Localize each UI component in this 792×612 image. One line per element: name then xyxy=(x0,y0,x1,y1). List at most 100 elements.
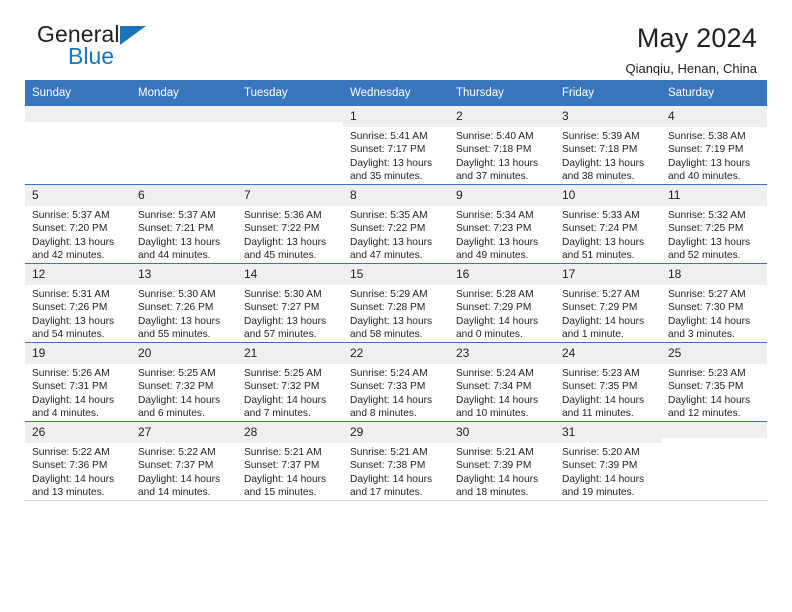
day-details: Sunrise: 5:23 AM Sunset: 7:35 PM Dayligh… xyxy=(555,364,661,421)
sunset-text: Sunset: 7:23 PM xyxy=(456,223,532,235)
day-cell[interactable]: 2 Sunrise: 5:40 AM Sunset: 7:18 PM Dayli… xyxy=(449,106,555,185)
sunset-text: Sunset: 7:22 PM xyxy=(244,223,320,235)
daylight-text-line1: Daylight: 13 hours xyxy=(244,236,327,248)
day-details: Sunrise: 5:29 AM Sunset: 7:28 PM Dayligh… xyxy=(343,285,449,342)
day-cell[interactable]: 24 Sunrise: 5:23 AM Sunset: 7:35 PM Dayl… xyxy=(555,342,661,422)
day-cell[interactable]: 31 Sunrise: 5:20 AM Sunset: 7:39 PM Dayl… xyxy=(555,421,661,500)
day-cell[interactable]: 17 Sunrise: 5:27 AM Sunset: 7:29 PM Dayl… xyxy=(555,263,661,343)
day-cell[interactable]: 26 Sunrise: 5:22 AM Sunset: 7:36 PM Dayl… xyxy=(25,421,131,500)
day-cell[interactable]: 8 Sunrise: 5:35 AM Sunset: 7:22 PM Dayli… xyxy=(343,184,449,264)
day-cell[interactable] xyxy=(661,421,767,500)
sunrise-text: Sunrise: 5:22 AM xyxy=(138,447,216,458)
day-details: Sunrise: 5:39 AM Sunset: 7:18 PM Dayligh… xyxy=(555,127,661,184)
general-blue-logo[interactable]: General Blue xyxy=(25,22,225,74)
day-cell[interactable]: 16 Sunrise: 5:28 AM Sunset: 7:29 PM Dayl… xyxy=(449,263,555,343)
daylight-text-line2: and 10 minutes. xyxy=(456,408,529,420)
day-cell[interactable]: 22 Sunrise: 5:24 AM Sunset: 7:33 PM Dayl… xyxy=(343,342,449,422)
day-cell[interactable]: 21 Sunrise: 5:25 AM Sunset: 7:32 PM Dayl… xyxy=(237,342,343,422)
day-details: Sunrise: 5:23 AM Sunset: 7:35 PM Dayligh… xyxy=(661,364,767,421)
logo-word-blue: Blue xyxy=(68,43,115,69)
daylight-text-line2: and 44 minutes. xyxy=(138,250,211,262)
day-cell[interactable]: 6 Sunrise: 5:37 AM Sunset: 7:21 PM Dayli… xyxy=(131,184,237,264)
daylight-text-line2: and 13 minutes. xyxy=(32,487,105,499)
day-number: 12 xyxy=(25,264,131,285)
sunset-text: Sunset: 7:26 PM xyxy=(32,302,108,314)
daylight-text-line1: Daylight: 14 hours xyxy=(138,394,221,406)
day-details: Sunrise: 5:37 AM Sunset: 7:21 PM Dayligh… xyxy=(131,206,237,263)
sunset-text: Sunset: 7:21 PM xyxy=(138,223,214,235)
sunset-text: Sunset: 7:29 PM xyxy=(456,302,532,314)
sunset-text: Sunset: 7:37 PM xyxy=(244,460,320,472)
weekday-header-monday: Monday xyxy=(131,80,237,106)
day-number: 27 xyxy=(131,422,237,443)
day-number: 15 xyxy=(343,264,449,285)
daylight-text-line1: Daylight: 13 hours xyxy=(668,236,751,248)
daylight-text-line1: Daylight: 13 hours xyxy=(668,157,751,169)
day-cell[interactable]: 15 Sunrise: 5:29 AM Sunset: 7:28 PM Dayl… xyxy=(343,263,449,343)
daylight-text-line2: and 8 minutes. xyxy=(350,408,417,420)
day-cell[interactable] xyxy=(237,106,343,185)
day-cell[interactable]: 7 Sunrise: 5:36 AM Sunset: 7:22 PM Dayli… xyxy=(237,184,343,264)
sunset-text: Sunset: 7:37 PM xyxy=(138,460,214,472)
daylight-text-line1: Daylight: 13 hours xyxy=(562,157,645,169)
day-cell[interactable] xyxy=(131,106,237,185)
day-cell[interactable]: 23 Sunrise: 5:24 AM Sunset: 7:34 PM Dayl… xyxy=(449,342,555,422)
day-cell[interactable]: 29 Sunrise: 5:21 AM Sunset: 7:38 PM Dayl… xyxy=(343,421,449,500)
day-cell[interactable] xyxy=(25,106,131,185)
sunrise-text: Sunrise: 5:31 AM xyxy=(32,289,110,300)
day-cell[interactable]: 30 Sunrise: 5:21 AM Sunset: 7:39 PM Dayl… xyxy=(449,421,555,500)
day-cell[interactable]: 9 Sunrise: 5:34 AM Sunset: 7:23 PM Dayli… xyxy=(449,184,555,264)
day-cell[interactable]: 19 Sunrise: 5:26 AM Sunset: 7:31 PM Dayl… xyxy=(25,342,131,422)
sunrise-text: Sunrise: 5:24 AM xyxy=(456,368,534,379)
sunset-text: Sunset: 7:18 PM xyxy=(562,144,638,156)
day-details: Sunrise: 5:27 AM Sunset: 7:30 PM Dayligh… xyxy=(661,285,767,342)
daylight-text-line2: and 52 minutes. xyxy=(668,250,741,262)
sunrise-text: Sunrise: 5:32 AM xyxy=(668,210,746,221)
daylight-text-line1: Daylight: 14 hours xyxy=(32,473,115,485)
day-cell[interactable]: 27 Sunrise: 5:22 AM Sunset: 7:37 PM Dayl… xyxy=(131,421,237,500)
sunset-text: Sunset: 7:22 PM xyxy=(350,223,426,235)
week-row: 12 Sunrise: 5:31 AM Sunset: 7:26 PM Dayl… xyxy=(25,263,767,343)
title-block: May 2024 Qianqiu, Henan, China xyxy=(625,22,767,79)
sunrise-text: Sunrise: 5:35 AM xyxy=(350,210,428,221)
day-cell[interactable]: 14 Sunrise: 5:30 AM Sunset: 7:27 PM Dayl… xyxy=(237,263,343,343)
day-details: Sunrise: 5:41 AM Sunset: 7:17 PM Dayligh… xyxy=(343,127,449,184)
day-cell[interactable]: 5 Sunrise: 5:37 AM Sunset: 7:20 PM Dayli… xyxy=(25,184,131,264)
sunrise-text: Sunrise: 5:21 AM xyxy=(350,447,428,458)
daylight-text-line1: Daylight: 13 hours xyxy=(562,236,645,248)
day-cell[interactable]: 28 Sunrise: 5:21 AM Sunset: 7:37 PM Dayl… xyxy=(237,421,343,500)
day-number: 13 xyxy=(131,264,237,285)
day-cell[interactable]: 4 Sunrise: 5:38 AM Sunset: 7:19 PM Dayli… xyxy=(661,106,767,185)
daylight-text-line2: and 4 minutes. xyxy=(32,408,99,420)
daylight-text-line2: and 35 minutes. xyxy=(350,171,423,183)
day-number: 11 xyxy=(661,185,767,206)
day-number xyxy=(131,106,237,122)
day-cell[interactable]: 12 Sunrise: 5:31 AM Sunset: 7:26 PM Dayl… xyxy=(25,263,131,343)
sunset-text: Sunset: 7:35 PM xyxy=(562,381,638,393)
day-cell[interactable]: 13 Sunrise: 5:30 AM Sunset: 7:26 PM Dayl… xyxy=(131,263,237,343)
day-cell[interactable]: 18 Sunrise: 5:27 AM Sunset: 7:30 PM Dayl… xyxy=(661,263,767,343)
daylight-text-line1: Daylight: 14 hours xyxy=(32,394,115,406)
day-cell[interactable]: 1 Sunrise: 5:41 AM Sunset: 7:17 PM Dayli… xyxy=(343,106,449,185)
daylight-text-line1: Daylight: 14 hours xyxy=(456,315,539,327)
daylight-text-line2: and 14 minutes. xyxy=(138,487,211,499)
day-cell[interactable]: 10 Sunrise: 5:33 AM Sunset: 7:24 PM Dayl… xyxy=(555,184,661,264)
day-cell[interactable]: 11 Sunrise: 5:32 AM Sunset: 7:25 PM Dayl… xyxy=(661,184,767,264)
daylight-text-line1: Daylight: 13 hours xyxy=(350,236,433,248)
week-row: 5 Sunrise: 5:37 AM Sunset: 7:20 PM Dayli… xyxy=(25,184,767,264)
day-number: 6 xyxy=(131,185,237,206)
sunset-text: Sunset: 7:24 PM xyxy=(562,223,638,235)
daylight-text-line2: and 1 minute. xyxy=(562,329,624,341)
day-details: Sunrise: 5:40 AM Sunset: 7:18 PM Dayligh… xyxy=(449,127,555,184)
day-cell[interactable]: 25 Sunrise: 5:23 AM Sunset: 7:35 PM Dayl… xyxy=(661,342,767,422)
sunset-text: Sunset: 7:36 PM xyxy=(32,460,108,472)
day-cell[interactable]: 20 Sunrise: 5:25 AM Sunset: 7:32 PM Dayl… xyxy=(131,342,237,422)
day-details: Sunrise: 5:28 AM Sunset: 7:29 PM Dayligh… xyxy=(449,285,555,342)
day-details: Sunrise: 5:33 AM Sunset: 7:24 PM Dayligh… xyxy=(555,206,661,263)
sunset-text: Sunset: 7:20 PM xyxy=(32,223,108,235)
weekday-header-tuesday: Tuesday xyxy=(237,80,343,106)
daylight-text-line1: Daylight: 14 hours xyxy=(244,394,327,406)
daylight-text-line1: Daylight: 13 hours xyxy=(244,315,327,327)
sunset-text: Sunset: 7:39 PM xyxy=(562,460,638,472)
day-cell[interactable]: 3 Sunrise: 5:39 AM Sunset: 7:18 PM Dayli… xyxy=(555,106,661,185)
